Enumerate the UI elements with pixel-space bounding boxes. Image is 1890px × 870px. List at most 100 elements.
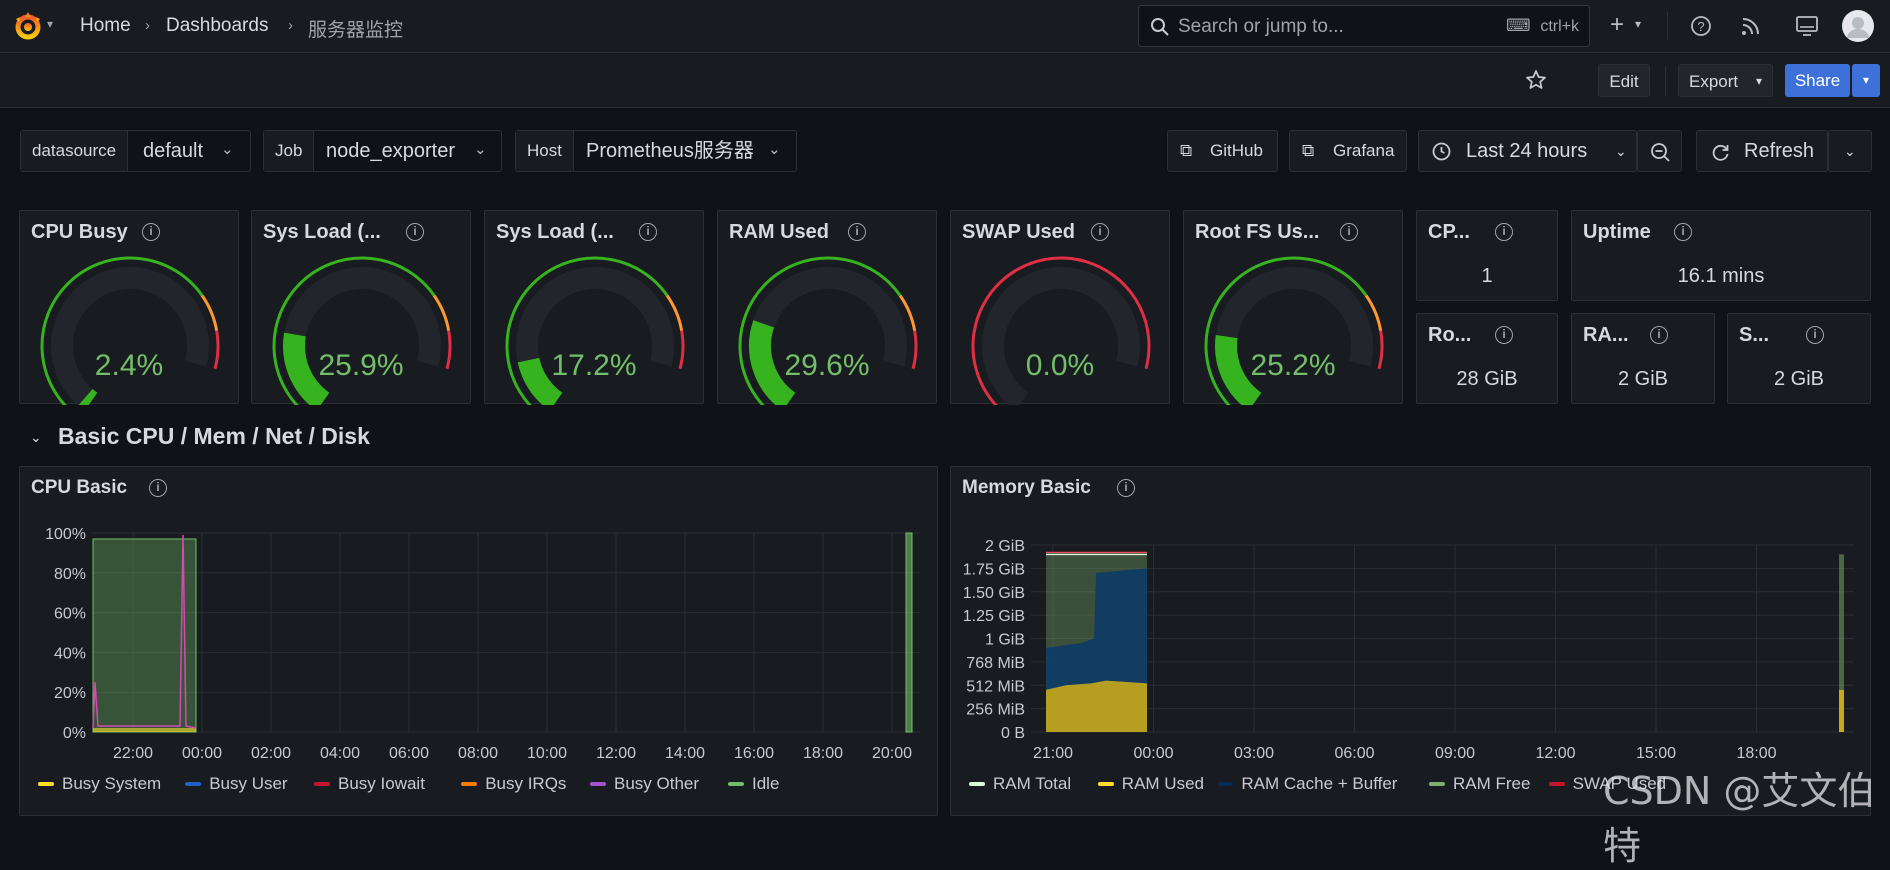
legend-item[interactable]: RAM Free [1429,774,1530,794]
github-label: GitHub [1210,141,1263,160]
search-input[interactable]: Search or jump to... ⌨ ctrl+k [1138,5,1590,47]
stat-panel-ram-total[interactable]: RA... i 2 GiB [1571,313,1715,404]
x-tick-label: 00:00 [182,745,222,762]
legend-item[interactable]: RAM Cache + Buffer [1217,774,1397,794]
chevron-down-icon[interactable]: ▾ [47,17,53,31]
export-button[interactable]: Export ▾ [1678,64,1773,97]
stat-panel-cpu-cores[interactable]: CP... i 1 [1416,210,1558,301]
avatar[interactable] [1842,10,1874,42]
variable-label: Host [516,131,574,171]
monitor-icon[interactable] [1795,15,1819,37]
breadcrumb-home[interactable]: Home [80,15,131,37]
variable-host[interactable]: Host Prometheus服务器 ⌄ [515,130,797,172]
breadcrumb-current: 服务器监控 [308,20,404,41]
y-tick-label: 1 GiB [985,632,1025,649]
legend-label: Busy Iowait [338,774,425,793]
github-link[interactable]: ⧉ GitHub [1167,130,1278,172]
x-tick-label: 06:00 [1334,745,1374,762]
grafana-logo-icon[interactable] [11,9,45,43]
info-icon[interactable]: i [1650,326,1668,344]
legend-item[interactable]: Busy System [38,774,161,794]
gauge-value: 0.0% [1025,349,1095,382]
row-title[interactable]: Basic CPU / Mem / Net / Disk [58,423,370,450]
time-range-label: Last 24 hours [1466,140,1588,162]
zoom-out-button[interactable] [1637,130,1682,172]
y-tick-label: 20% [54,685,86,702]
cpu-basic-panel[interactable]: CPU Basic i 0% 20% 40% 60% 80% 100% 22:00 00:00… [19,466,938,816]
gauge-panel[interactable]: Sys Load (... i 17.2% [484,210,704,405]
panel-title: CP... [1428,221,1470,243]
x-tick-label: 20:00 [872,745,912,762]
legend-swatch [185,781,202,786]
info-icon[interactable]: i [1806,326,1824,344]
refresh-interval-button[interactable]: ⌄ [1828,130,1872,172]
stat-panel-swap-total[interactable]: S... i 2 GiB [1727,313,1871,404]
gauge-panel[interactable]: SWAP Used i 0.0% [950,210,1170,405]
stat-value: 16.1 mins [1677,265,1765,287]
time-range-picker[interactable]: Last 24 hours ⌄ [1418,130,1637,172]
variable-job[interactable]: Job node_exporter ⌄ [263,130,502,172]
share-options-button[interactable]: ▾ [1852,64,1880,97]
gauge-panel[interactable]: Sys Load (... i 25.9% [251,210,471,405]
y-tick-label: 0% [63,725,86,742]
chevron-down-icon: ⌄ [474,141,487,158]
chevron-down-icon[interactable]: ▾ [1635,17,1641,31]
x-tick-label: 14:00 [665,745,705,762]
x-tick-label: 16:00 [734,745,774,762]
clock-icon [1432,142,1451,161]
help-icon[interactable]: ? [1690,15,1712,37]
legend-swatch [461,781,478,786]
legend-item[interactable]: RAM Used [1097,774,1204,794]
legend-label: RAM Cache + Buffer [1241,774,1398,793]
info-icon[interactable]: i [1674,223,1692,241]
legend-item[interactable]: Busy Other [590,774,699,794]
variable-value: Prometheus服务器 [586,140,754,162]
gauge-panel[interactable]: Root FS Us... i 25.2% [1183,210,1403,405]
gauge-track [51,267,209,405]
y-tick-label: 100% [45,526,86,543]
search-placeholder: Search or jump to... [1178,16,1344,37]
y-tick-label: 0 B [1001,725,1025,742]
grafana-link[interactable]: ⧉ Grafana [1289,130,1407,172]
legend-item[interactable]: Busy User [185,774,288,794]
share-button[interactable]: Share [1785,64,1850,97]
legend-swatch [728,781,744,786]
chevron-down-icon: ⌄ [221,141,234,158]
watermark: CSDN @艾文伯特 [1603,769,1876,868]
chevron-down-icon: ▾ [1755,74,1762,88]
edit-button[interactable]: Edit [1598,64,1650,97]
legend-item[interactable]: Busy Iowait [314,774,425,794]
chevron-down-icon[interactable]: ⌄ [30,429,42,446]
keyboard-icon: ⌨ [1506,16,1531,35]
info-icon[interactable]: i [1495,326,1513,344]
x-tick-label: 22:00 [113,745,153,762]
gauge-value: 25.9% [318,349,404,382]
chevron-down-icon: ⌄ [768,141,781,158]
variable-label: datasource [21,131,129,171]
legend-item[interactable]: RAM Total [969,774,1071,794]
add-icon[interactable]: + [1610,11,1624,39]
star-icon[interactable] [1525,69,1547,91]
legend-item[interactable]: Busy IRQs [461,774,566,794]
refresh-button[interactable]: Refresh [1696,130,1828,172]
zoom-out-icon [1651,143,1670,162]
gauge-panel[interactable]: CPU Busy i 2.4% [19,210,239,405]
chevron-right-icon: › [288,17,293,34]
x-tick-label: 00:00 [1133,745,1173,762]
stat-panel-uptime[interactable]: Uptime i 16.1 mins [1571,210,1871,301]
stat-value: 2 GiB [1617,368,1669,390]
cpu-basic-chart[interactable]: 0% 20% 40% 60% 80% 100% 22:00 00:00 02:00 04:00 06… [20,467,939,817]
legend-item[interactable]: Idle [728,774,779,794]
x-tick-label: 12:00 [596,745,636,762]
stat-panel-rootfs-total[interactable]: Ro... i 28 GiB [1416,313,1558,404]
info-icon[interactable]: i [1495,223,1513,241]
news-feed-icon[interactable] [1740,15,1762,37]
chevron-down-icon: ⌄ [1615,143,1627,159]
breadcrumb-dashboards[interactable]: Dashboards [166,15,268,37]
gauge-panel[interactable]: RAM Used i 29.6% [717,210,937,405]
legend-swatch [1429,781,1445,786]
variable-datasource[interactable]: datasource default ⌄ [20,130,251,172]
panel-title: S... [1739,324,1770,346]
legend-label: Busy User [209,774,288,793]
legend-swatch [1548,781,1565,786]
